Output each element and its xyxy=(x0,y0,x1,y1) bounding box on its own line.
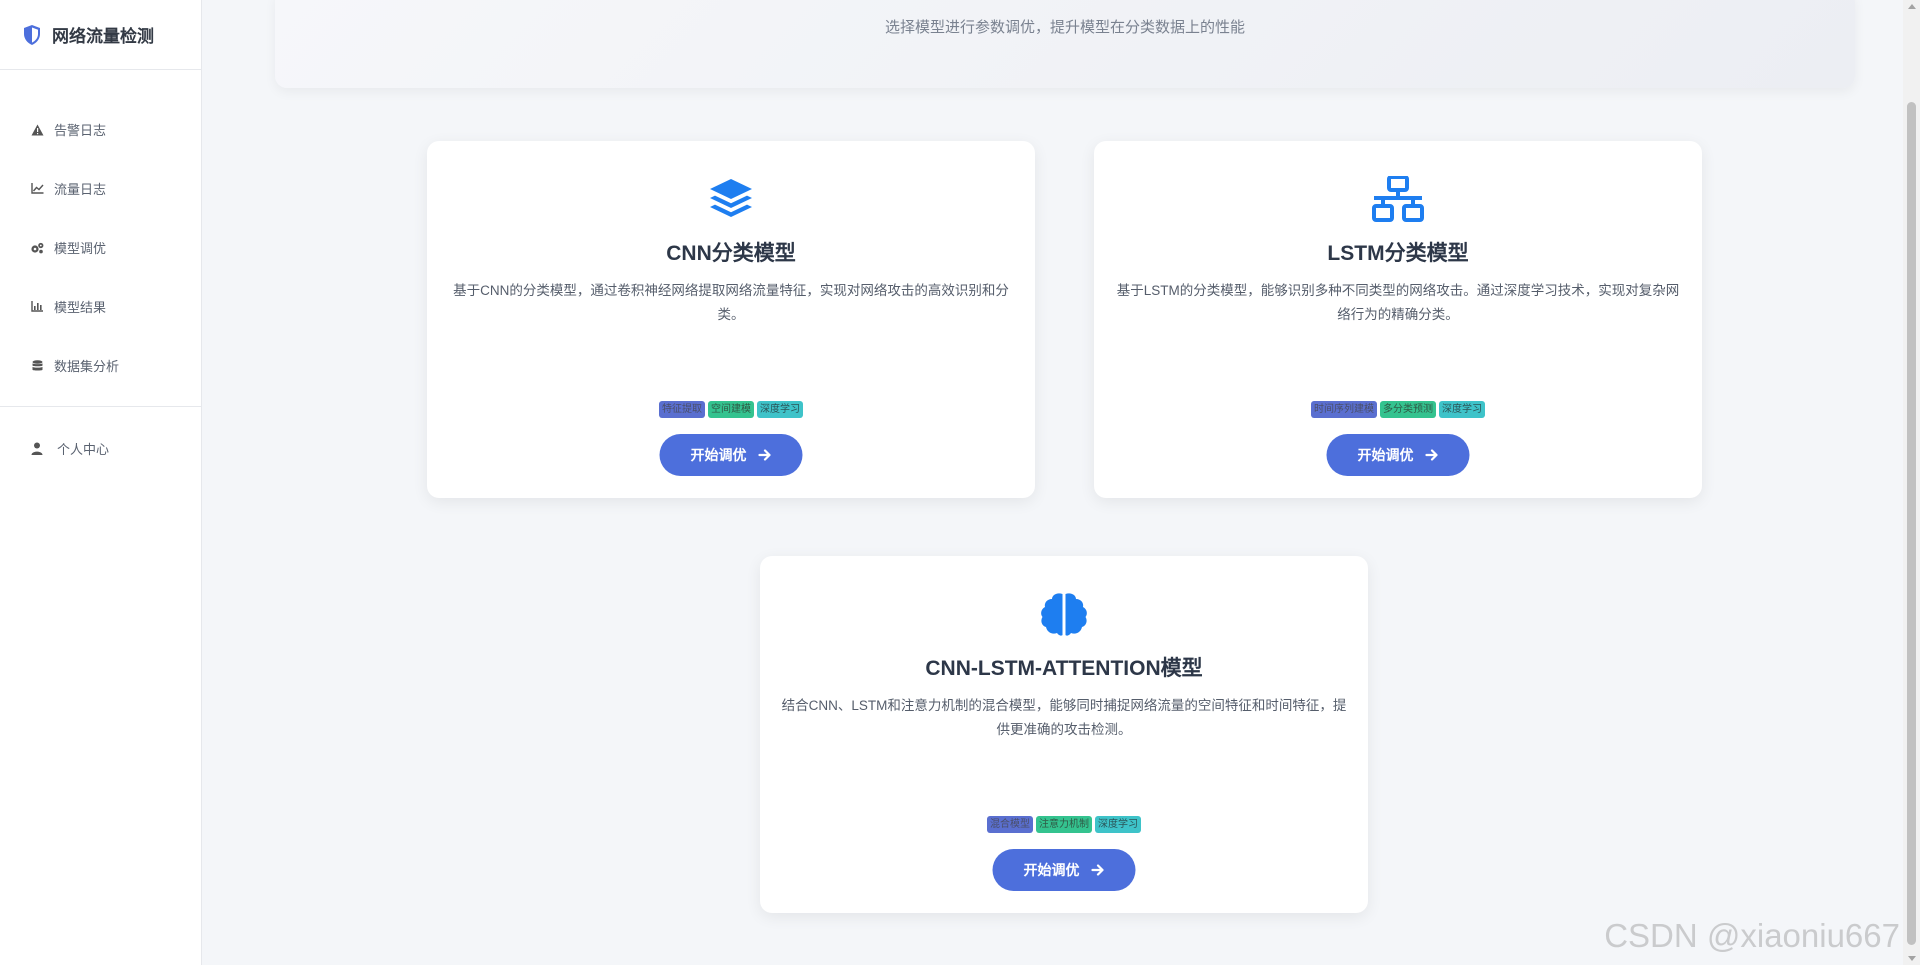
bar-chart-icon xyxy=(30,300,44,314)
arrow-right-icon xyxy=(1425,449,1438,461)
card-description: 结合CNN、LSTM和注意力机制的混合模型，能够同时捕捉网络流量的空间特征和时间… xyxy=(781,698,1347,737)
button-label: 开始调优 xyxy=(1023,862,1080,878)
page-subtitle: 选择模型进行参数调优，提升模型在分类数据上的性能 xyxy=(884,19,1245,36)
card-description: 基于LSTM的分类模型，能够识别多种不同类型的网络攻击。通过深度学习技术，实现对… xyxy=(1116,283,1680,322)
user-icon xyxy=(30,442,44,456)
network-icon xyxy=(1094,175,1702,223)
tag: 多分类预测 xyxy=(1380,401,1436,418)
database-icon xyxy=(30,359,44,373)
brain-icon xyxy=(760,590,1368,638)
arrow-right-icon xyxy=(758,449,771,461)
tag-list: 特征提取 空间建模 深度学习 xyxy=(427,401,1035,418)
button-label: 开始调优 xyxy=(1357,447,1414,463)
vertical-scrollbar[interactable] xyxy=(1903,0,1920,965)
tag: 深度学习 xyxy=(1095,816,1141,833)
gears-icon xyxy=(30,241,44,255)
line-chart-icon xyxy=(30,182,44,196)
tag: 深度学习 xyxy=(757,401,803,418)
sidebar-item-label: 流量日志 xyxy=(54,182,107,197)
sidebar-divider xyxy=(0,406,201,407)
sidebar-item-traffic-log[interactable]: 流量日志 xyxy=(0,159,201,218)
layers-icon xyxy=(427,175,1035,223)
tag: 混合模型 xyxy=(987,816,1033,833)
sidebar-item-label: 模型结果 xyxy=(54,300,107,315)
tag-list: 混合模型 注意力机制 深度学习 xyxy=(760,816,1368,833)
brand[interactable]: 网络流量检测 xyxy=(0,0,201,70)
tag: 注意力机制 xyxy=(1036,816,1092,833)
sidebar-item-label: 数据集分析 xyxy=(54,359,120,374)
tag-list: 时间序列建模 多分类预测 深度学习 xyxy=(1094,401,1702,418)
model-card-cnn-lstm-attention: CNN-LSTM-ATTENTION模型 结合CNN、LSTM和注意力机制的混合… xyxy=(760,556,1368,913)
arrow-right-icon xyxy=(1091,864,1104,876)
start-tuning-button[interactable]: 开始调优 xyxy=(659,434,803,476)
shield-icon xyxy=(24,24,40,45)
card-title: CNN-LSTM-ATTENTION模型 xyxy=(925,657,1203,680)
sidebar-menu: 告警日志 流量日志 模型调优 模型结果 数据集分析 个人中心 xyxy=(0,70,201,478)
app-title: 网络流量检测 xyxy=(52,27,154,46)
button-label: 开始调优 xyxy=(690,447,747,463)
tag: 深度学习 xyxy=(1439,401,1485,418)
tag: 时间序列建模 xyxy=(1311,401,1377,418)
page-header-banner: 选择模型进行参数调优，提升模型在分类数据上的性能 xyxy=(275,0,1855,88)
sidebar-item-model-tuning[interactable]: 模型调优 xyxy=(0,218,201,277)
sidebar: 网络流量检测 告警日志 流量日志 模型调优 模型结果 数据集分析 个人中心 xyxy=(0,0,202,965)
sidebar-item-profile[interactable]: 个人中心 xyxy=(0,419,201,478)
start-tuning-button[interactable]: 开始调优 xyxy=(1326,434,1470,476)
tag: 空间建模 xyxy=(708,401,754,418)
sidebar-item-dataset-analysis[interactable]: 数据集分析 xyxy=(0,336,201,395)
start-tuning-button[interactable]: 开始调优 xyxy=(992,849,1136,891)
scroll-up-icon[interactable] xyxy=(1908,4,1916,9)
sidebar-item-label: 告警日志 xyxy=(54,123,107,138)
main-content: 选择模型进行参数调优，提升模型在分类数据上的性能 CNN分类模型 基于CNN的分… xyxy=(203,0,1920,965)
warning-icon xyxy=(30,123,44,137)
model-card-cnn: CNN分类模型 基于CNN的分类模型，通过卷积神经网络提取网络流量特征，实现对网… xyxy=(427,141,1035,498)
sidebar-item-alert-log[interactable]: 告警日志 xyxy=(0,100,201,159)
scroll-down-icon[interactable] xyxy=(1908,956,1916,961)
tag: 特征提取 xyxy=(659,401,705,418)
watermark: CSDN @xiaoniu667 xyxy=(1604,917,1900,954)
sidebar-item-label: 个人中心 xyxy=(57,442,110,457)
card-title: LSTM分类模型 xyxy=(1327,242,1469,265)
sidebar-item-model-results[interactable]: 模型结果 xyxy=(0,277,201,336)
sidebar-item-label: 模型调优 xyxy=(54,241,107,256)
model-card-lstm: LSTM分类模型 基于LSTM的分类模型，能够识别多种不同类型的网络攻击。通过深… xyxy=(1094,141,1702,498)
card-description: 基于CNN的分类模型，通过卷积神经网络提取网络流量特征，实现对网络攻击的高效识别… xyxy=(453,283,1009,322)
scrollbar-thumb[interactable] xyxy=(1907,102,1916,945)
card-title: CNN分类模型 xyxy=(666,242,796,265)
